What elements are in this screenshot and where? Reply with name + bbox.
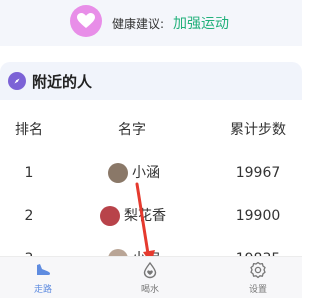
user-name: 梨花香 [124,208,166,224]
health-advice-label: 健康建议: [112,17,165,31]
compass-icon [8,72,26,90]
shoe-icon [37,264,51,275]
table-row[interactable]: 2 梨花香 19900 [0,201,302,238]
gear-icon [250,261,266,279]
nearby-people-title: 附近的人 [32,73,93,91]
rank-cell: 2 [24,208,34,224]
header-name: 名字 [118,122,146,138]
table-header-row: 排名 名字 累计步数 [0,115,302,152]
header-steps: 累计步数 [230,122,286,138]
tab-settings-label: 设置 [248,285,267,295]
avatar [100,206,120,226]
health-advice-value: 加强运动 [173,16,229,32]
bottom-tab-bar: 走路 喝水 设置 [0,256,302,298]
page: 健康建议: 加强运动 附近的人 排名 名字 累计步数 1 小涵 19967 2 … [0,0,302,298]
tab-walk-label: 走路 [33,285,52,295]
rank-cell: 1 [24,165,34,181]
heart-icon [70,5,102,37]
health-advice-card: 健康建议: 加强运动 [0,0,302,46]
table-row[interactable]: 1 小涵 19967 [0,158,302,195]
name-cell: 小涵 [108,158,208,188]
header-rank: 排名 [15,122,43,138]
tab-settings[interactable]: 设置 [228,261,288,297]
nearby-people-header: 附近的人 [0,62,302,100]
ranking-table: 排名 名字 累计步数 1 小涵 19967 2 梨花香 19900 [0,115,302,269]
avatar [108,163,128,183]
tab-walk[interactable]: 走路 [13,261,73,297]
tab-water[interactable]: 喝水 [120,261,180,297]
steps-cell: 19967 [235,165,281,181]
water-drop-icon [143,261,157,279]
name-cell: 梨花香 [100,201,200,231]
steps-cell: 19900 [235,208,281,224]
user-name: 小涵 [132,165,160,181]
tab-water-label: 喝水 [140,285,159,295]
